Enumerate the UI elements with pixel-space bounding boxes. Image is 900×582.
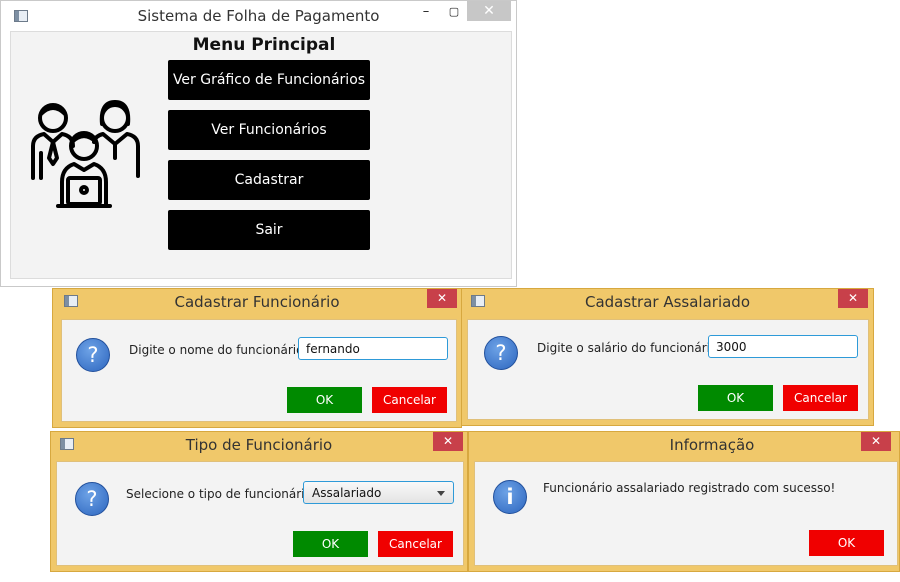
close-button[interactable]: ✕	[467, 1, 511, 21]
dialog-body: ? Digite o salário do funcionário: OK Ca…	[467, 319, 869, 420]
dialog-body: ? Digite o nome do funcionário: OK Cance…	[61, 319, 457, 422]
salario-prompt: Digite o salário do funcionário:	[537, 341, 722, 355]
question-icon: ?	[76, 338, 110, 372]
sair-button[interactable]: Sair	[168, 210, 370, 250]
people-team-icon	[31, 100, 140, 208]
dialog-title: Cadastrar Funcionário	[174, 293, 340, 311]
maximize-button[interactable]: ▢	[441, 1, 467, 23]
ok-button[interactable]: OK	[293, 531, 368, 557]
dialog-title: Informação	[669, 436, 755, 454]
chevron-down-icon	[437, 491, 445, 496]
tipo-select-value: Assalariado	[312, 486, 382, 500]
minimize-button[interactable]: –	[413, 1, 439, 23]
dialog-informacao: Informação ✕ i Funcionário assalariado r…	[468, 431, 900, 572]
dialog-body: ? Selecione o tipo de funcionário: Assal…	[56, 461, 464, 566]
cancel-button[interactable]: Cancelar	[783, 385, 858, 411]
nome-input[interactable]	[298, 337, 448, 360]
dialog-close-button[interactable]: ✕	[861, 432, 891, 451]
dialog-cadastrar-assalariado: Cadastrar Assalariado ✕ ? Digite o salár…	[461, 288, 874, 426]
ok-button[interactable]: OK	[698, 385, 773, 411]
tipo-prompt: Selecione o tipo de funcionário:	[126, 487, 316, 501]
menu-title: Menu Principal	[192, 35, 336, 55]
question-icon: ?	[75, 482, 109, 516]
info-icon: i	[493, 480, 527, 514]
main-titlebar[interactable]: Sistema de Folha de Pagamento – ▢ ✕	[1, 1, 516, 31]
ok-button[interactable]: OK	[287, 387, 362, 413]
dialog-close-button[interactable]: ✕	[838, 289, 868, 308]
dialog-body: i Funcionário assalariado registrado com…	[474, 461, 898, 566]
ver-grafico-button[interactable]: Ver Gráfico de Funcionários	[168, 60, 370, 100]
dialog-title: Tipo de Funcionário	[185, 436, 333, 454]
dialog-close-button[interactable]: ✕	[433, 432, 463, 451]
question-icon: ?	[484, 336, 518, 370]
dialog-title: Cadastrar Assalariado	[584, 293, 751, 311]
dialog-cadastrar-funcionario: Cadastrar Funcionário ✕ ? Digite o nome …	[52, 288, 462, 428]
ok-button[interactable]: OK	[809, 530, 884, 556]
info-message: Funcionário assalariado registrado com s…	[543, 481, 836, 495]
salario-input[interactable]	[708, 335, 858, 358]
tipo-select[interactable]: Assalariado	[303, 481, 454, 504]
dialog-close-button[interactable]: ✕	[427, 289, 457, 308]
cancel-button[interactable]: Cancelar	[372, 387, 447, 413]
cancel-button[interactable]: Cancelar	[378, 531, 453, 557]
dialog-tipo-funcionario: Tipo de Funcionário ✕ ? Selecione o tipo…	[50, 431, 468, 572]
nome-prompt: Digite o nome do funcionário:	[129, 343, 308, 357]
ver-funcionarios-button[interactable]: Ver Funcionários Registrados	[168, 110, 370, 178]
cadastrar-button[interactable]: Cadastrar	[168, 160, 370, 200]
